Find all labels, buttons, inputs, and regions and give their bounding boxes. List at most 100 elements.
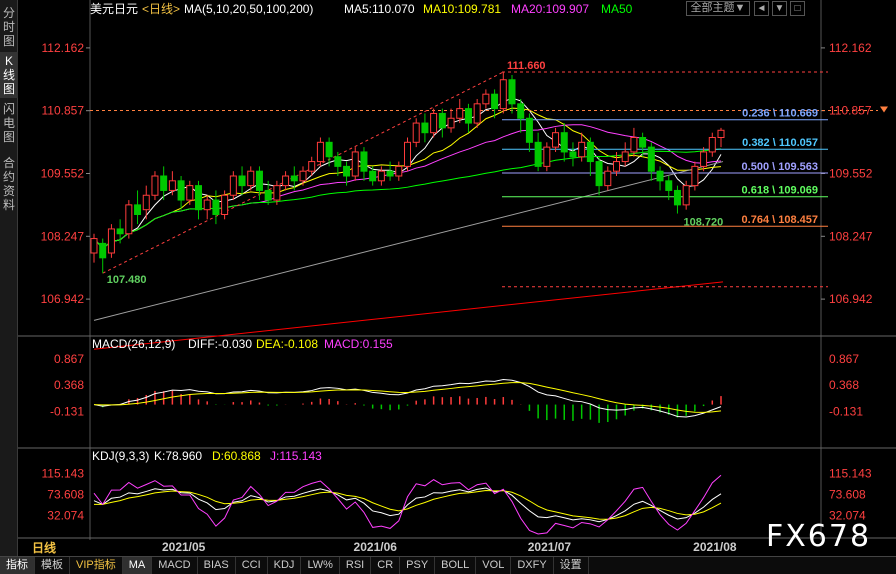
collapse-left-icon[interactable]: ◄: [754, 1, 769, 16]
candle-body: [290, 175, 298, 182]
indicator-tab-[interactable]: 模板: [35, 557, 70, 574]
symbol-title: 美元日元: [90, 2, 138, 16]
macd-axis-label-left: 0.867: [54, 352, 84, 366]
candle-body: [517, 103, 525, 119]
candle-body: [195, 185, 202, 211]
candle-body: [691, 165, 699, 187]
indicator-tab-bias[interactable]: BIAS: [198, 557, 236, 574]
candle-body: [273, 185, 281, 201]
kdj-axis-label-right: 115.143: [829, 466, 872, 480]
kline-chart[interactable]: 0.236 \ 110.669 0.382 \ 110.057 0.500 \ 10…: [18, 0, 896, 556]
indicator-tab-ma[interactable]: MA: [122, 557, 153, 574]
candle-body: [682, 185, 690, 206]
candle-body: [464, 108, 472, 124]
ma20-value: MA20:109.907: [511, 2, 589, 16]
kdj-axis-label-right: 73.608: [829, 487, 866, 501]
kdj-k: K:78.960: [154, 449, 202, 463]
macd-axis-label-left: -0.131: [50, 404, 84, 418]
macd-axis-label-right: 0.368: [829, 378, 859, 392]
candle-body: [656, 170, 664, 182]
candle-body: [482, 93, 490, 105]
candle-body: [412, 122, 420, 143]
candle-body: [630, 137, 638, 153]
candle-body: [316, 141, 324, 163]
candle-body: [238, 175, 246, 187]
indicator-tab-cr[interactable]: CR: [371, 557, 401, 574]
candle-body: [186, 185, 194, 201]
candle-body: [264, 189, 272, 201]
sidebar: 分时图 K线图 闪电图 合约资料: [0, 0, 18, 556]
candle-body: [116, 228, 124, 235]
price-axis-label-left: 106.942: [41, 292, 85, 306]
kdj-axis-label-left: 32.074: [47, 508, 84, 522]
candle-body: [534, 141, 542, 167]
macd-axis-label-right: -0.131: [829, 404, 863, 418]
indicator-tab-kdj[interactable]: KDJ: [268, 557, 302, 574]
candle-body: [351, 151, 359, 177]
theme-dropdown[interactable]: 全部主题▼: [686, 1, 750, 16]
candle-body: [491, 93, 499, 110]
candle-body: [569, 151, 577, 158]
price-axis-label-left: 108.247: [41, 229, 85, 243]
indicator-tab-lw[interactable]: LW%: [301, 557, 340, 574]
kdj-axis-label-left: 115.143: [42, 466, 85, 480]
candle-body: [325, 141, 333, 158]
candle-body: [639, 137, 647, 148]
fib-level-label: 0.500 \ 109.563: [742, 161, 818, 173]
indicator-tab-[interactable]: 指标: [0, 557, 35, 574]
macd-dea-line: [93, 382, 722, 413]
tab-timeshare[interactable]: 分时图: [0, 4, 18, 50]
candle-body: [595, 161, 603, 187]
ma50-value: MA50: [601, 2, 633, 16]
candle-body: [134, 204, 142, 215]
indicator-tab-psy[interactable]: PSY: [400, 557, 436, 574]
candle-body: [508, 79, 516, 105]
indicator-tab-rsi[interactable]: RSI: [340, 557, 372, 574]
x-axis-label: 2021/05: [162, 540, 206, 554]
candle-body: [665, 180, 673, 191]
candle-body: [525, 117, 533, 143]
high-marker-label: 111.660: [507, 60, 546, 72]
fib-level-label: 0.382 \ 110.057: [742, 137, 818, 149]
fib-level-label: 0.236 \ 110.669: [742, 108, 818, 120]
indicator-tab-vip[interactable]: VIP指标: [70, 557, 123, 574]
candle-body: [621, 151, 629, 163]
indicator-tab-vol[interactable]: VOL: [476, 557, 512, 574]
candle-body: [473, 103, 481, 124]
candle-body: [377, 170, 385, 182]
candle-body: [386, 170, 394, 177]
theme-label: 全部主题: [690, 2, 735, 14]
current-price-marker: [880, 106, 888, 113]
candle-body: [673, 189, 681, 206]
candle-body: [560, 132, 568, 153]
candle-body: [708, 137, 716, 153]
kdj-params: KDJ(9,3,3): [92, 449, 149, 463]
tab-flash[interactable]: 闪电图: [0, 100, 18, 146]
candle-body: [430, 112, 438, 134]
indicator-tab-cci[interactable]: CCI: [236, 557, 268, 574]
indicator-tab-dxfy[interactable]: DXFY: [511, 557, 554, 574]
dropdown-icon[interactable]: ▼: [772, 1, 787, 16]
period-selector[interactable]: 日线: [18, 540, 76, 556]
fib-level-label: 0.764 \ 108.457: [742, 214, 818, 226]
price-axis-label-right: 110.857: [829, 104, 872, 118]
macd-dea: DEA:-0.108: [256, 337, 318, 351]
macd-diff-line: [93, 378, 722, 418]
ma5-value: MA5:110.070: [344, 2, 415, 16]
low-marker-label: 107.480: [107, 274, 147, 286]
indicator-tab-[interactable]: 设置: [554, 557, 589, 574]
tab-contract-info[interactable]: 合约资料: [0, 154, 18, 214]
x-axis-label: 2021/08: [693, 540, 737, 554]
candle-body: [578, 141, 586, 158]
fib-level-label: 0.618 \ 109.069: [742, 185, 818, 197]
candle-body: [308, 161, 316, 172]
maximize-icon[interactable]: □: [790, 1, 805, 16]
candle-body: [255, 170, 263, 191]
candle-body: [586, 141, 594, 163]
indicator-tab-macd[interactable]: MACD: [152, 557, 198, 574]
ma-params: MA(5,10,20,50,100,200): [184, 2, 313, 16]
indicator-tab-boll[interactable]: BOLL: [435, 557, 477, 574]
kdj-k-line: [93, 487, 722, 523]
tab-kline[interactable]: K线图: [0, 52, 18, 98]
candle-body: [360, 151, 368, 172]
